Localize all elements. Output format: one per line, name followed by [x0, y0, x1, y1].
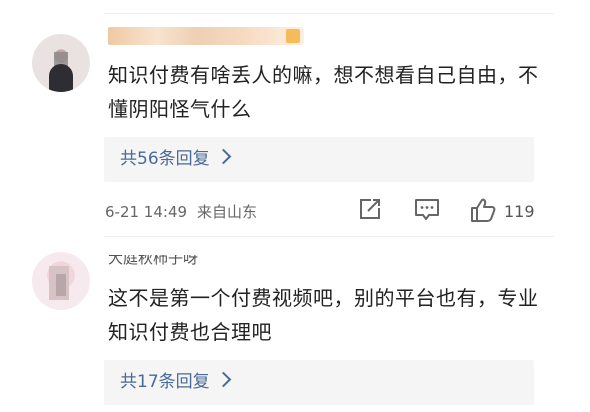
user-name-text: 大庭秋柿子呀	[108, 255, 199, 267]
comment-date: 6-21 14:49	[105, 203, 188, 221]
top-divider	[104, 13, 554, 14]
user-name-blurred[interactable]	[108, 27, 304, 45]
reply-box[interactable]: 共17条回复	[104, 360, 534, 405]
like-button[interactable]	[470, 197, 496, 227]
comment-text: 这不是第一个付费视频吧，别的平台也有，专业知识付费也合理吧	[108, 286, 539, 344]
comment-location: 来自山东	[197, 203, 258, 221]
avatar[interactable]	[32, 252, 90, 310]
user-name[interactable]: 大庭秋柿子呀	[108, 255, 226, 275]
comment-button[interactable]	[414, 197, 440, 225]
comment-text: 知识付费有啥丢人的嘛，想不想看自己自由，不懂阴阳怪气什么	[108, 63, 539, 121]
share-icon	[360, 199, 380, 219]
comment-meta: 6-21 14:49 来自山东	[105, 202, 267, 222]
comment-divider	[104, 236, 554, 237]
comment-icon	[415, 199, 439, 220]
share-button[interactable]	[358, 197, 382, 225]
chevron-right-icon	[215, 148, 231, 165]
avatar[interactable]	[32, 34, 90, 92]
reply-count: 共17条回复	[120, 372, 210, 392]
reply-count: 共56条回复	[120, 149, 210, 169]
like-count: 119	[504, 202, 535, 221]
chevron-right-icon	[215, 371, 231, 388]
view-replies-link[interactable]: 共56条回复	[120, 137, 231, 182]
view-replies-link[interactable]: 共17条回复	[120, 360, 231, 405]
like-icon	[471, 198, 496, 222]
reply-box[interactable]: 共56条回复	[104, 137, 534, 182]
